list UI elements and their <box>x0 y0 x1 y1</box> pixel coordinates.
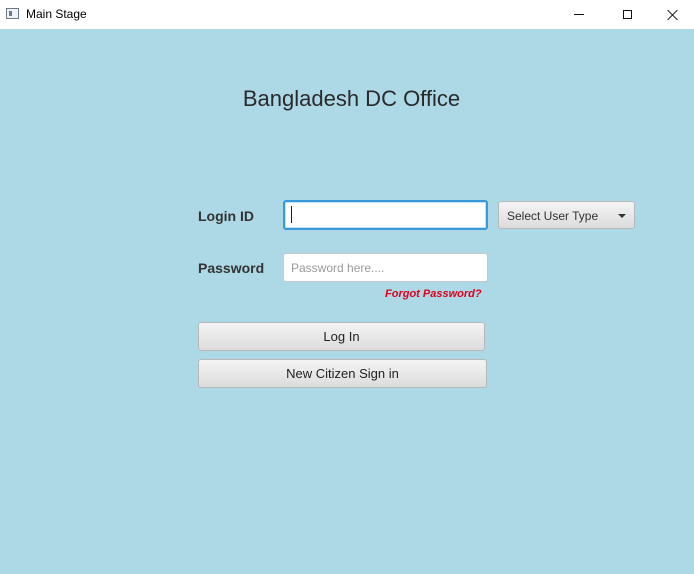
login-button[interactable]: Log In <box>198 322 485 351</box>
password-label: Password <box>198 260 265 276</box>
main-window: Main Stage Bangladesh DC Office Login ID… <box>0 0 694 574</box>
app-window-icon <box>6 8 19 19</box>
close-icon <box>667 9 679 21</box>
title-bar[interactable]: Main Stage <box>0 0 694 29</box>
forgot-password-link[interactable]: Forgot Password? <box>385 288 482 300</box>
minimize-button[interactable] <box>556 0 602 29</box>
user-type-select-label: Select User Type <box>507 209 599 223</box>
login-id-input[interactable] <box>283 200 488 230</box>
password-input[interactable] <box>283 253 488 282</box>
chevron-down-icon <box>618 214 626 218</box>
new-citizen-signin-button[interactable]: New Citizen Sign in <box>198 359 487 388</box>
window-title: Main Stage <box>26 7 87 21</box>
text-caret <box>291 206 292 223</box>
minimize-icon <box>574 14 584 15</box>
page-title: Bangladesh DC Office <box>242 86 461 111</box>
login-id-label: Login ID <box>198 208 254 224</box>
user-type-select[interactable]: Select User Type <box>498 201 635 229</box>
maximize-icon <box>622 10 632 19</box>
close-button[interactable] <box>650 0 694 29</box>
maximize-button[interactable] <box>604 0 650 29</box>
login-stage: Bangladesh DC Office Login ID Select Use… <box>0 29 694 574</box>
